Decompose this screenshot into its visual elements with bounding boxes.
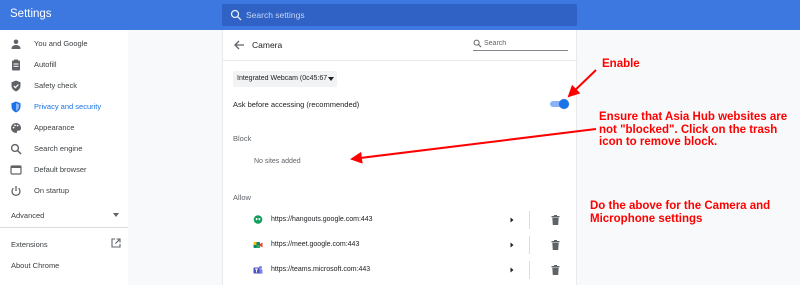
search-icon bbox=[473, 39, 482, 48]
advanced-label: Advanced bbox=[11, 211, 45, 220]
sidebar-item-appearance[interactable]: Appearance bbox=[0, 118, 128, 138]
person-icon bbox=[11, 39, 21, 49]
sidebar-item-default-browser[interactable]: Default browser bbox=[0, 160, 128, 180]
camera-settings-card: Camera Integrated Webcam (0c45:672 Ask b… bbox=[222, 30, 578, 285]
ask-before-accessing-label: Ask before accessing (recommended) bbox=[233, 100, 360, 109]
power-icon bbox=[11, 186, 21, 196]
sidebar-item-search-engine[interactable]: Search engine bbox=[0, 139, 128, 159]
allow-section-title: Allow bbox=[233, 193, 251, 202]
palette-icon bbox=[11, 123, 21, 133]
annotation-enable: Enable bbox=[602, 58, 640, 70]
sidebar-item-safety-check[interactable]: Safety check bbox=[0, 76, 128, 96]
sidebar-item-label: Search engine bbox=[34, 144, 83, 153]
about-label: About Chrome bbox=[11, 261, 60, 270]
meet-icon bbox=[253, 242, 263, 248]
header-divider bbox=[223, 60, 578, 61]
trash-icon[interactable] bbox=[551, 215, 560, 225]
site-url: https://hangouts.google.com:443 bbox=[271, 216, 373, 223]
camera-device-select[interactable]: Integrated Webcam (0c45:672 bbox=[233, 71, 337, 87]
sidebar-extensions[interactable]: Extensions bbox=[11, 240, 48, 249]
browser-icon bbox=[10, 165, 22, 175]
site-url: https://meet.google.com:443 bbox=[271, 241, 360, 248]
caret-down-icon bbox=[328, 77, 334, 81]
hangouts-icon bbox=[253, 215, 263, 224]
no-sites-message: No sites added bbox=[254, 158, 301, 165]
open-in-new-icon[interactable] bbox=[111, 238, 121, 248]
card-header: Camera bbox=[223, 30, 578, 60]
sidebar: You and Google Autofill Safety check Pri… bbox=[0, 30, 128, 285]
chevron-right-icon[interactable] bbox=[509, 266, 515, 274]
camera-device-value: Integrated Webcam (0c45:672 bbox=[237, 75, 327, 82]
clipboard-icon bbox=[12, 59, 20, 71]
block-section-title: Block bbox=[233, 134, 252, 143]
trash-icon[interactable] bbox=[551, 240, 560, 250]
search-icon bbox=[230, 9, 242, 21]
extensions-label: Extensions bbox=[11, 240, 48, 249]
row-separator bbox=[529, 261, 530, 279]
sidebar-item-label: On startup bbox=[34, 186, 70, 195]
toggle-knob bbox=[559, 99, 569, 109]
card-search-input[interactable] bbox=[484, 38, 564, 49]
trash-icon[interactable] bbox=[551, 265, 560, 275]
teams-icon bbox=[253, 266, 263, 274]
app-title: Settings bbox=[10, 8, 52, 20]
sidebar-item-autofill[interactable]: Autofill bbox=[0, 55, 128, 75]
sidebar-item-on-startup[interactable]: On startup bbox=[0, 181, 128, 201]
annotation-do-above: Do the above for the Camera and Micropho… bbox=[590, 200, 771, 225]
sidebar-item-label: Safety check bbox=[34, 81, 77, 90]
sidebar-item-label: Privacy and security bbox=[34, 102, 102, 111]
row-separator bbox=[529, 211, 530, 229]
shield-check-icon bbox=[11, 80, 21, 92]
allow-site-row[interactable]: https://meet.google.com:443 bbox=[223, 233, 578, 257]
allow-site-row[interactable]: https://hangouts.google.com:443 bbox=[223, 208, 578, 232]
sidebar-item-label: You and Google bbox=[34, 39, 88, 48]
back-arrow-icon[interactable] bbox=[233, 39, 245, 51]
sidebar-item-you-and-google[interactable]: You and Google bbox=[0, 34, 128, 54]
caret-down-icon[interactable] bbox=[113, 213, 119, 217]
sidebar-divider bbox=[0, 227, 128, 228]
top-bar: Settings bbox=[0, 0, 800, 30]
sidebar-item-label: Autofill bbox=[34, 60, 57, 69]
site-url: https://teams.microsoft.com:443 bbox=[271, 266, 371, 273]
chevron-right-icon[interactable] bbox=[509, 216, 515, 224]
chevron-right-icon[interactable] bbox=[509, 241, 515, 249]
card-search[interactable] bbox=[473, 37, 568, 51]
annotation-ensure-not-blocked: Ensure that Asia Hub websites are not "b… bbox=[599, 111, 788, 148]
sidebar-advanced[interactable]: Advanced bbox=[11, 211, 44, 220]
sidebar-about-chrome[interactable]: About Chrome bbox=[11, 261, 59, 270]
page-title: Camera bbox=[252, 40, 283, 50]
sidebar-item-label: Default browser bbox=[34, 165, 87, 174]
allow-site-row[interactable]: https://teams.microsoft.com:443 bbox=[223, 258, 578, 282]
settings-search-input[interactable] bbox=[246, 7, 546, 23]
ask-before-accessing-toggle[interactable] bbox=[550, 99, 569, 109]
row-separator bbox=[529, 236, 530, 254]
sidebar-item-label: Appearance bbox=[34, 123, 75, 132]
shield-icon bbox=[11, 101, 21, 113]
settings-search-box[interactable] bbox=[222, 4, 577, 26]
sidebar-item-privacy-and-security[interactable]: Privacy and security bbox=[0, 97, 128, 117]
search-icon bbox=[10, 143, 22, 155]
